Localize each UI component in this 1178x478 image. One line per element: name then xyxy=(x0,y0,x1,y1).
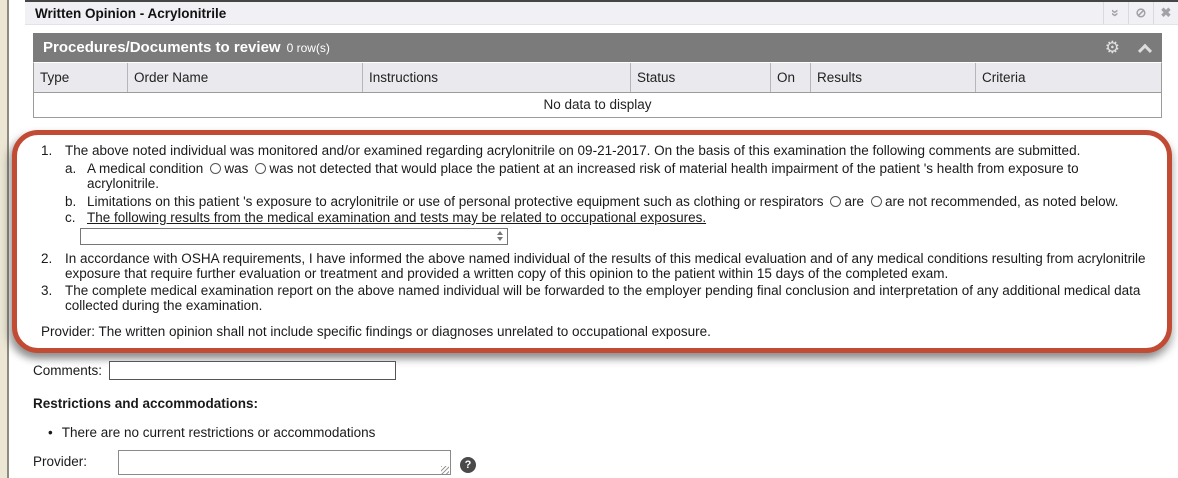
spinner-up-icon[interactable] xyxy=(497,231,503,235)
item-number: 2. xyxy=(41,251,65,281)
item-text: Limitations on this patient 's exposure … xyxy=(87,194,1118,209)
collapse-section-icon[interactable]: » xyxy=(1103,2,1128,24)
panel-title: Procedures/Documents to review xyxy=(43,39,281,56)
column-header-on[interactable]: On xyxy=(771,63,811,92)
comments-row: Comments: xyxy=(33,361,396,380)
section-title-bar: Written Opinion - Acrylonitrile » ⊘ ✖ xyxy=(25,0,1178,25)
item-text-suffix: recommended, as noted below. xyxy=(927,194,1118,209)
opinion-item-1: 1. The above noted individual was monito… xyxy=(41,143,1153,158)
item-text: In accordance with OSHA requirements, I … xyxy=(65,251,1153,281)
opinion-item-3: 3. The complete medical examination repo… xyxy=(41,283,1153,313)
page-title: Written Opinion - Acrylonitrile xyxy=(35,6,226,21)
page-left-strip xyxy=(0,0,9,478)
no-significant-findings-label[interactable]: No significant findings xyxy=(56,352,187,353)
resize-handle-icon[interactable] xyxy=(441,466,449,474)
spinner-arrows-icon[interactable] xyxy=(497,231,503,241)
provider-row: Provider: ? xyxy=(33,450,476,478)
item-text: The complete medical examination report … xyxy=(65,283,1153,313)
help-icon[interactable]: ? xyxy=(460,457,476,473)
item-text-prefix: A medical condition xyxy=(87,161,203,176)
provider-note: Provider: The written opinion shall not … xyxy=(41,324,1153,339)
provider-label: Provider: xyxy=(33,450,118,469)
cancel-icon[interactable]: ⊘ xyxy=(1128,2,1153,24)
opinion-item-1b: b. Limitations on this patient 's exposu… xyxy=(65,194,1153,209)
provider-textarea-wrap xyxy=(118,450,451,478)
grid-column-headers: Type Order Name Instructions Status On R… xyxy=(33,62,1162,93)
was-not-radio-label[interactable]: was not xyxy=(269,161,316,176)
panel-header: Procedures/Documents to review 0 row(s) … xyxy=(33,33,1162,62)
restrictions-bullet-text: There are no current restrictions or acc… xyxy=(62,425,376,440)
item-text: The above noted individual was monitored… xyxy=(65,143,1080,158)
column-header-criteria[interactable]: Criteria xyxy=(976,63,1161,92)
opinion-item-1c: c. The following results from the medica… xyxy=(65,210,1153,225)
significant-findings-label[interactable]: Significant findings xyxy=(212,352,325,353)
are-radio-label[interactable]: are xyxy=(844,194,864,209)
row-count-badge: 0 row(s) xyxy=(287,41,330,55)
was-not-radio[interactable] xyxy=(255,163,266,174)
item-text: A medical conditionwaswas not detected t… xyxy=(87,161,1153,191)
chevron-up-icon[interactable] xyxy=(1138,43,1152,57)
opinion-item-2: 2. In accordance with OSHA requirements,… xyxy=(41,251,1153,281)
gear-icon[interactable]: ⚙ xyxy=(1105,39,1120,56)
findings-radio-group: No significant findings Significant find… xyxy=(31,352,1153,353)
item-text-prefix: Limitations on this patient 's exposure … xyxy=(87,194,823,209)
column-header-order-name[interactable]: Order Name xyxy=(128,63,363,92)
procedures-documents-panel: Procedures/Documents to review 0 row(s) … xyxy=(33,33,1162,118)
bullet-icon: • xyxy=(48,425,53,440)
item-letter: b. xyxy=(65,194,87,209)
item-number: 3. xyxy=(41,283,65,313)
restrictions-heading: Restrictions and accommodations: xyxy=(33,396,258,411)
was-radio-label[interactable]: was xyxy=(224,161,248,176)
are-not-radio[interactable] xyxy=(871,196,882,207)
restrictions-bullet-item: • There are no current restrictions or ac… xyxy=(48,425,375,440)
was-radio[interactable] xyxy=(210,163,221,174)
item-letter: a. xyxy=(65,161,87,191)
opinion-item-1a: a. A medical conditionwaswas not detecte… xyxy=(65,161,1153,191)
provider-textarea[interactable] xyxy=(118,450,451,475)
panel-icons: ⚙ xyxy=(1105,39,1150,56)
item-letter: c. xyxy=(65,210,87,225)
further-testing-label[interactable]: Further testing is required xyxy=(350,352,504,353)
double-chevron-down-icon: » xyxy=(1108,9,1124,17)
item-number: 1. xyxy=(41,143,65,158)
are-radio[interactable] xyxy=(830,196,841,207)
results-spinner-input[interactable] xyxy=(80,228,508,245)
window-controls: » ⊘ ✖ xyxy=(1103,2,1178,24)
grid-empty-message: No data to display xyxy=(33,93,1162,118)
spinner-down-icon[interactable] xyxy=(497,237,503,241)
column-header-instructions[interactable]: Instructions xyxy=(363,63,631,92)
column-header-results[interactable]: Results xyxy=(811,63,976,92)
comments-input[interactable] xyxy=(109,361,396,380)
are-not-radio-label[interactable]: are not xyxy=(885,194,927,209)
column-header-type[interactable]: Type xyxy=(34,63,128,92)
close-icon[interactable]: ✖ xyxy=(1153,2,1178,24)
item-text: The following results from the medical e… xyxy=(87,210,706,225)
comments-label: Comments: xyxy=(33,363,102,378)
column-header-status[interactable]: Status xyxy=(631,63,771,92)
highlight-annotation-box: 1. The above noted individual was monito… xyxy=(12,130,1172,353)
